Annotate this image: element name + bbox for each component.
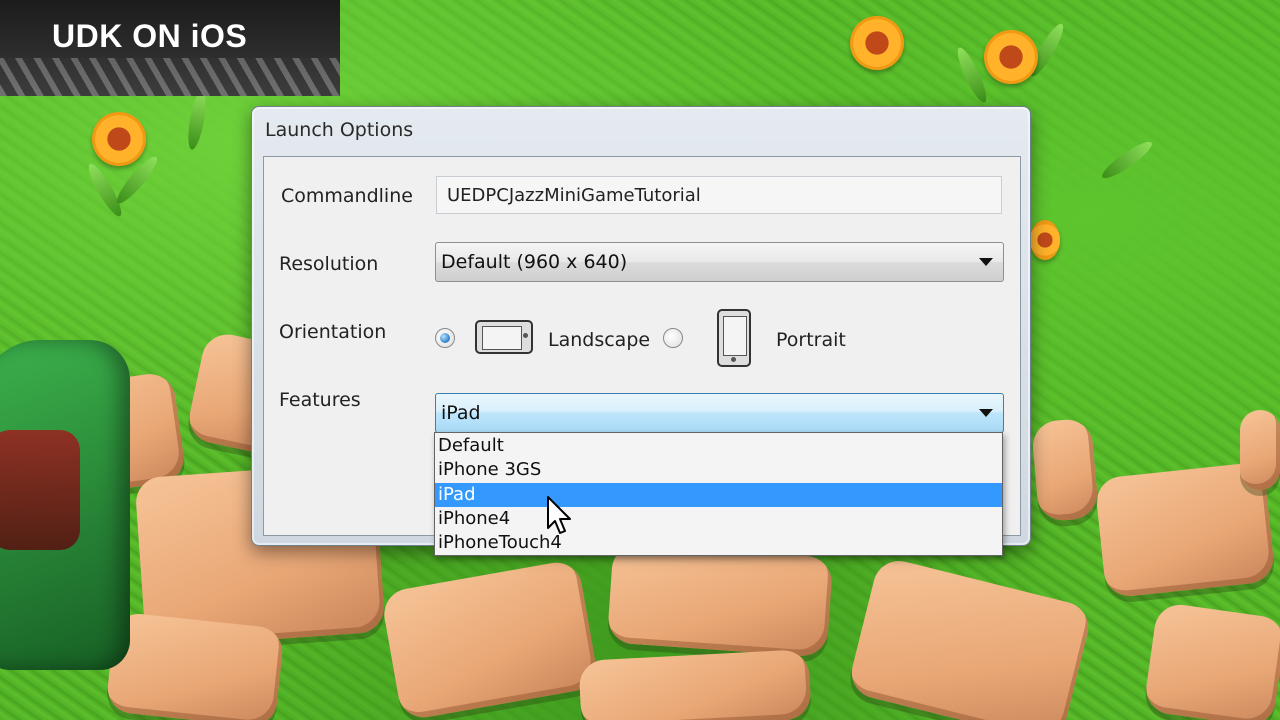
dialog-title: Launch Options	[265, 119, 414, 141]
commandline-label: Commandline	[281, 185, 413, 207]
landscape-label[interactable]: Landscape	[548, 329, 650, 351]
dropdown-arrow-icon	[979, 258, 993, 266]
landscape-device-icon	[475, 320, 533, 354]
portrait-label[interactable]: Portrait	[776, 329, 846, 351]
banner-title: UDK ON iOS	[52, 18, 248, 54]
landscape-radio[interactable]	[435, 328, 455, 348]
paving-stone	[1030, 417, 1100, 523]
features-option-default[interactable]: Default	[435, 434, 1002, 458]
paving-stone	[1142, 601, 1280, 720]
features-dropdown[interactable]: iPad	[435, 393, 1004, 433]
leaf	[184, 89, 210, 151]
paving-stone	[1240, 410, 1280, 490]
resolution-dropdown[interactable]: Default (960 x 640)	[435, 242, 1004, 282]
features-option-ipad[interactable]: iPad	[435, 483, 1002, 507]
leaf	[1098, 137, 1156, 183]
game-scene: UDK ON iOS Launch Options Commandline Re…	[0, 0, 1280, 720]
title-banner: UDK ON iOS	[0, 0, 340, 96]
features-dropdown-list: Default iPhone 3GS iPad iPhone4 iPhoneTo…	[434, 432, 1003, 556]
resolution-selected-value: Default (960 x 640)	[441, 251, 628, 273]
paving-stone	[380, 558, 600, 720]
flower	[1030, 220, 1060, 260]
mouse-cursor-icon	[547, 496, 571, 534]
paving-stone	[105, 611, 285, 720]
portrait-radio[interactable]	[663, 328, 683, 348]
features-option-iphone4[interactable]: iPhone4	[435, 507, 1002, 531]
flower	[850, 16, 904, 70]
paving-stone	[578, 649, 812, 720]
orientation-label: Orientation	[279, 321, 387, 343]
paving-stone	[606, 542, 834, 658]
game-character-belt	[0, 430, 80, 550]
paving-stone	[846, 555, 1094, 720]
commandline-input[interactable]	[436, 176, 1002, 214]
features-option-iphonetouch4[interactable]: iPhoneTouch4	[435, 531, 1002, 555]
dropdown-arrow-icon	[979, 409, 993, 417]
features-option-iphone-3gs[interactable]: iPhone 3GS	[435, 458, 1002, 482]
flower	[92, 112, 146, 166]
resolution-label: Resolution	[279, 253, 379, 275]
flower	[984, 30, 1038, 84]
features-label: Features	[279, 389, 361, 411]
features-selected-value: iPad	[441, 402, 481, 424]
portrait-device-icon	[717, 309, 751, 367]
